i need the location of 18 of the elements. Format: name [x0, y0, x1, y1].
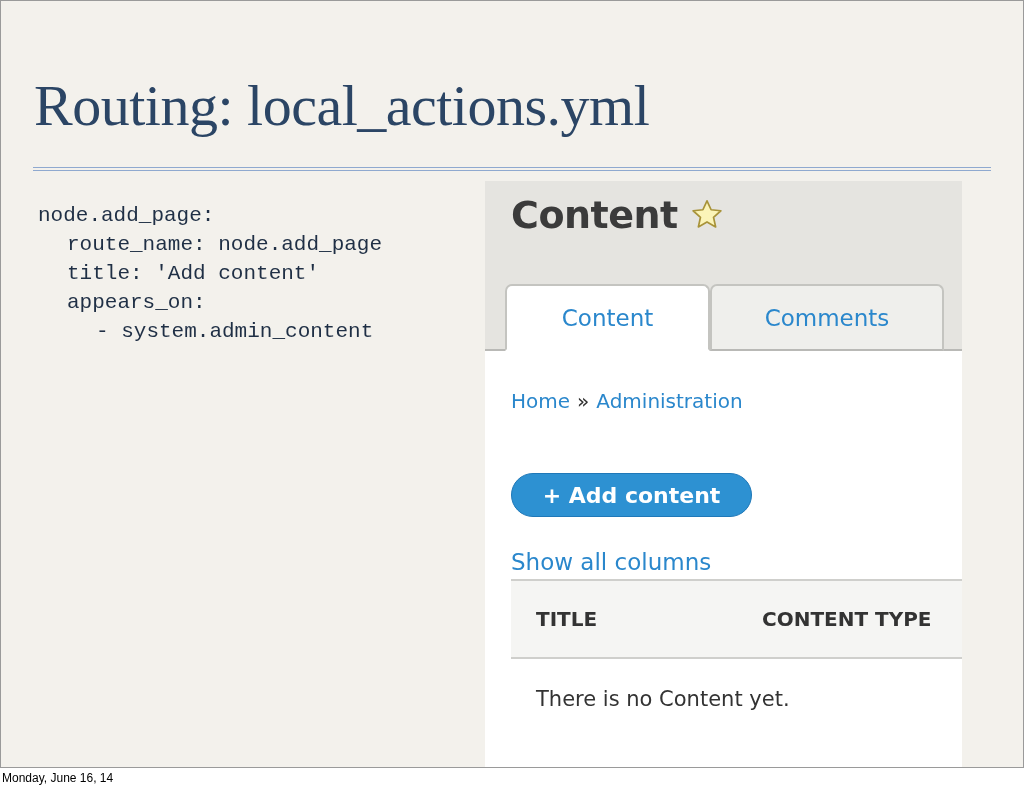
breadcrumb-link[interactable]: Administration: [596, 389, 743, 413]
code-line: - system.admin_content: [96, 319, 374, 345]
breadcrumb-separator: »: [577, 389, 590, 413]
slide-title: Routing: local_actions.yml: [34, 72, 651, 140]
code-line: title: 'Add content': [67, 261, 320, 287]
breadcrumb-link[interactable]: Home: [511, 389, 571, 413]
column-header: TITLE: [536, 607, 599, 631]
tab[interactable]: Content: [505, 284, 710, 351]
tab[interactable]: Comments: [710, 284, 944, 351]
page-title: Content: [511, 193, 678, 237]
empty-message: There is no Content yet.: [536, 687, 791, 711]
column-header: CONTENT TYPE: [762, 607, 933, 631]
show-columns-link[interactable]: Show all columns: [511, 549, 712, 575]
code-line: route_name: node.add_page: [67, 232, 383, 258]
code-line: appears_on:: [67, 290, 206, 316]
add-content-button[interactable]: + Add content: [511, 473, 752, 517]
footer-date: Monday, June 16, 14: [1, 770, 115, 787]
code-line: node.add_page:: [38, 203, 215, 229]
